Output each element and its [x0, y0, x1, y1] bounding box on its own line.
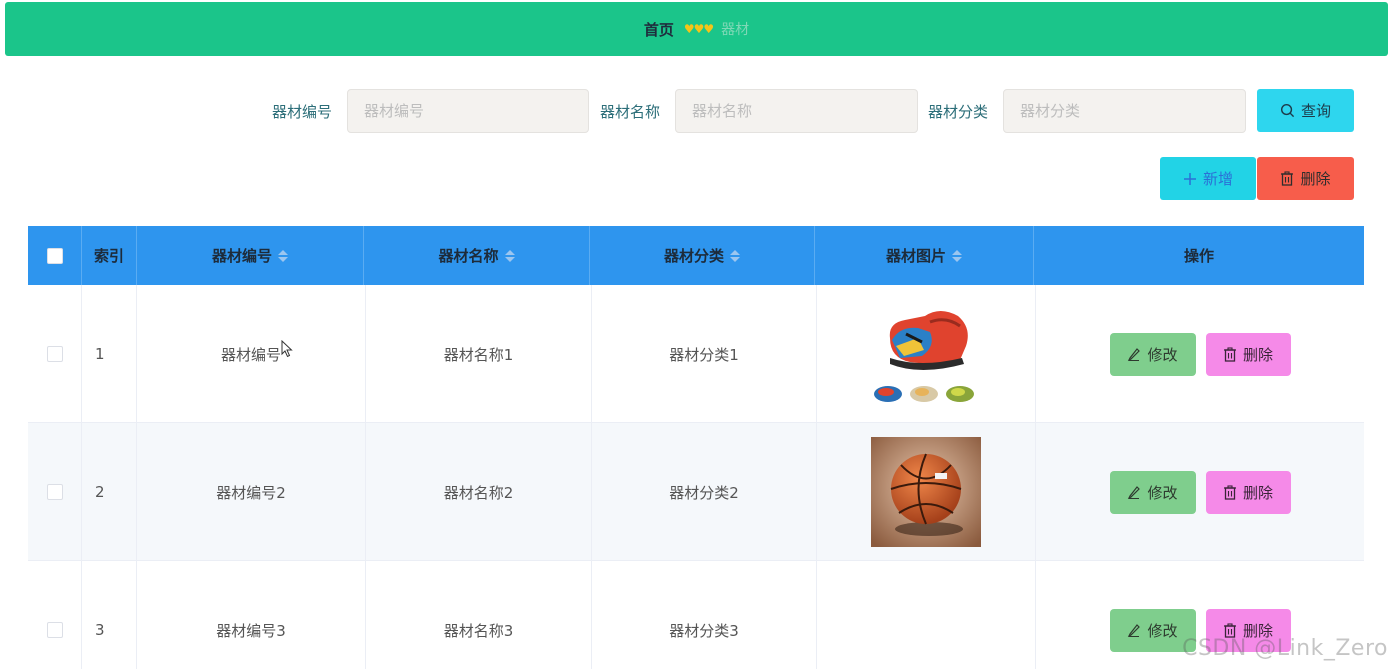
header-category[interactable]: 器材分类 — [590, 226, 815, 285]
search-label-name: 器材名称 — [600, 103, 661, 121]
table-row: 2 器材编号2 器材名称2 器材分类2 修改 删除 — [28, 423, 1364, 561]
row-delete-button[interactable]: 删除 — [1205, 470, 1291, 514]
batch-delete-button[interactable]: 删除 — [1257, 157, 1354, 200]
header-code-label: 器材编号 — [211, 247, 272, 265]
sort-caret-icon[interactable] — [504, 249, 515, 262]
basketball-image — [871, 437, 981, 547]
edit-button-label: 修改 — [1147, 621, 1178, 640]
sort-caret-icon[interactable] — [730, 249, 740, 262]
sort-caret-icon[interactable] — [278, 249, 288, 262]
table-row: 3 器材编号3 器材名称3 器材分类3 修改 删除 — [28, 561, 1364, 669]
trash-icon — [1223, 346, 1237, 362]
add-button[interactable]: 新增 — [1160, 157, 1256, 200]
query-button[interactable]: 查询 — [1257, 89, 1354, 132]
breadcrumb-home[interactable]: 首页 — [644, 19, 674, 40]
header-select-all — [28, 226, 82, 285]
row-image — [817, 423, 1036, 561]
header-operation-label: 操作 — [1183, 247, 1214, 265]
row-category: 器材分类2 — [592, 423, 817, 561]
search-input-category[interactable] — [1003, 89, 1246, 133]
row-checkbox[interactable] — [46, 622, 63, 638]
plus-icon — [1183, 172, 1197, 186]
select-all-checkbox[interactable] — [46, 247, 63, 264]
row-image — [817, 285, 1036, 423]
row-operations: 修改 删除 — [1036, 285, 1364, 423]
breadcrumb-separator: ♥♥♥ — [683, 22, 714, 36]
row-delete-button-label: 删除 — [1242, 483, 1273, 502]
row-name: 器材名称2 — [366, 423, 592, 561]
breadcrumb-bar: 首页 ♥♥♥ 器材 — [5, 2, 1388, 56]
edit-button-label: 修改 — [1147, 483, 1178, 502]
pencil-icon — [1127, 623, 1141, 637]
query-button-label: 查询 — [1300, 102, 1331, 120]
watermark: CSDN @Link_Zero — [1182, 636, 1388, 661]
search-icon — [1280, 103, 1295, 118]
batch-delete-button-label: 删除 — [1300, 170, 1331, 188]
trash-icon — [1280, 171, 1294, 186]
search-input-code[interactable] — [347, 89, 589, 133]
header-name-label: 器材名称 — [438, 247, 499, 265]
sort-caret-icon[interactable] — [952, 249, 962, 262]
row-checkbox[interactable] — [46, 346, 63, 362]
edit-button-label: 修改 — [1147, 345, 1178, 364]
header-category-label: 器材分类 — [663, 247, 724, 265]
add-button-label: 新增 — [1202, 170, 1233, 188]
header-index-label: 索引 — [93, 247, 124, 265]
row-code: 器材编号 — [137, 285, 366, 423]
row-code: 器材编号2 — [137, 423, 366, 561]
edit-button[interactable]: 修改 — [1109, 332, 1196, 376]
row-checkbox[interactable] — [46, 484, 63, 500]
search-input-name[interactable] — [675, 89, 918, 133]
edit-button[interactable]: 修改 — [1109, 470, 1196, 514]
pencil-icon — [1127, 347, 1141, 361]
header-name[interactable]: 器材名称 — [364, 226, 590, 285]
breadcrumb-current: 器材 — [721, 22, 750, 38]
mouse-cursor-icon — [281, 340, 293, 358]
sneakers-image — [874, 311, 974, 402]
row-name: 器材名称3 — [366, 561, 592, 669]
header-index: 索引 — [82, 226, 137, 285]
page: 首页 ♥♥♥ 器材 器材编号 器材名称 器材分类 查询 新增 删除 — [0, 0, 1392, 669]
header-operation: 操作 — [1034, 226, 1364, 285]
row-index: 1 — [82, 285, 137, 423]
row-operations: 修改 删除 — [1036, 423, 1364, 561]
row-delete-button-label: 删除 — [1242, 345, 1273, 364]
search-label-category: 器材分类 — [928, 103, 989, 121]
row-category: 器材分类3 — [592, 561, 817, 669]
row-index: 3 — [82, 561, 137, 669]
row-name: 器材名称1 — [366, 285, 592, 423]
row-index: 2 — [82, 423, 137, 561]
header-image[interactable]: 器材图片 — [815, 226, 1034, 285]
pencil-icon — [1127, 485, 1141, 499]
trash-icon — [1223, 484, 1237, 500]
header-image-label: 器材图片 — [885, 247, 946, 265]
search-label-code: 器材编号 — [272, 103, 333, 121]
row-category: 器材分类1 — [592, 285, 817, 423]
row-code: 器材编号3 — [137, 561, 366, 669]
row-delete-button[interactable]: 删除 — [1205, 332, 1291, 376]
header-code[interactable]: 器材编号 — [137, 226, 364, 285]
search-form: 器材编号 器材名称 器材分类 — [0, 89, 1392, 133]
table-header: 索引 器材编号 器材名称 器材分类 器材图片 操作 — [28, 226, 1364, 285]
table-row: 1 器材编号 器材名称1 器材分类1 修改 删除 — [28, 285, 1364, 423]
row-image — [817, 561, 1036, 669]
